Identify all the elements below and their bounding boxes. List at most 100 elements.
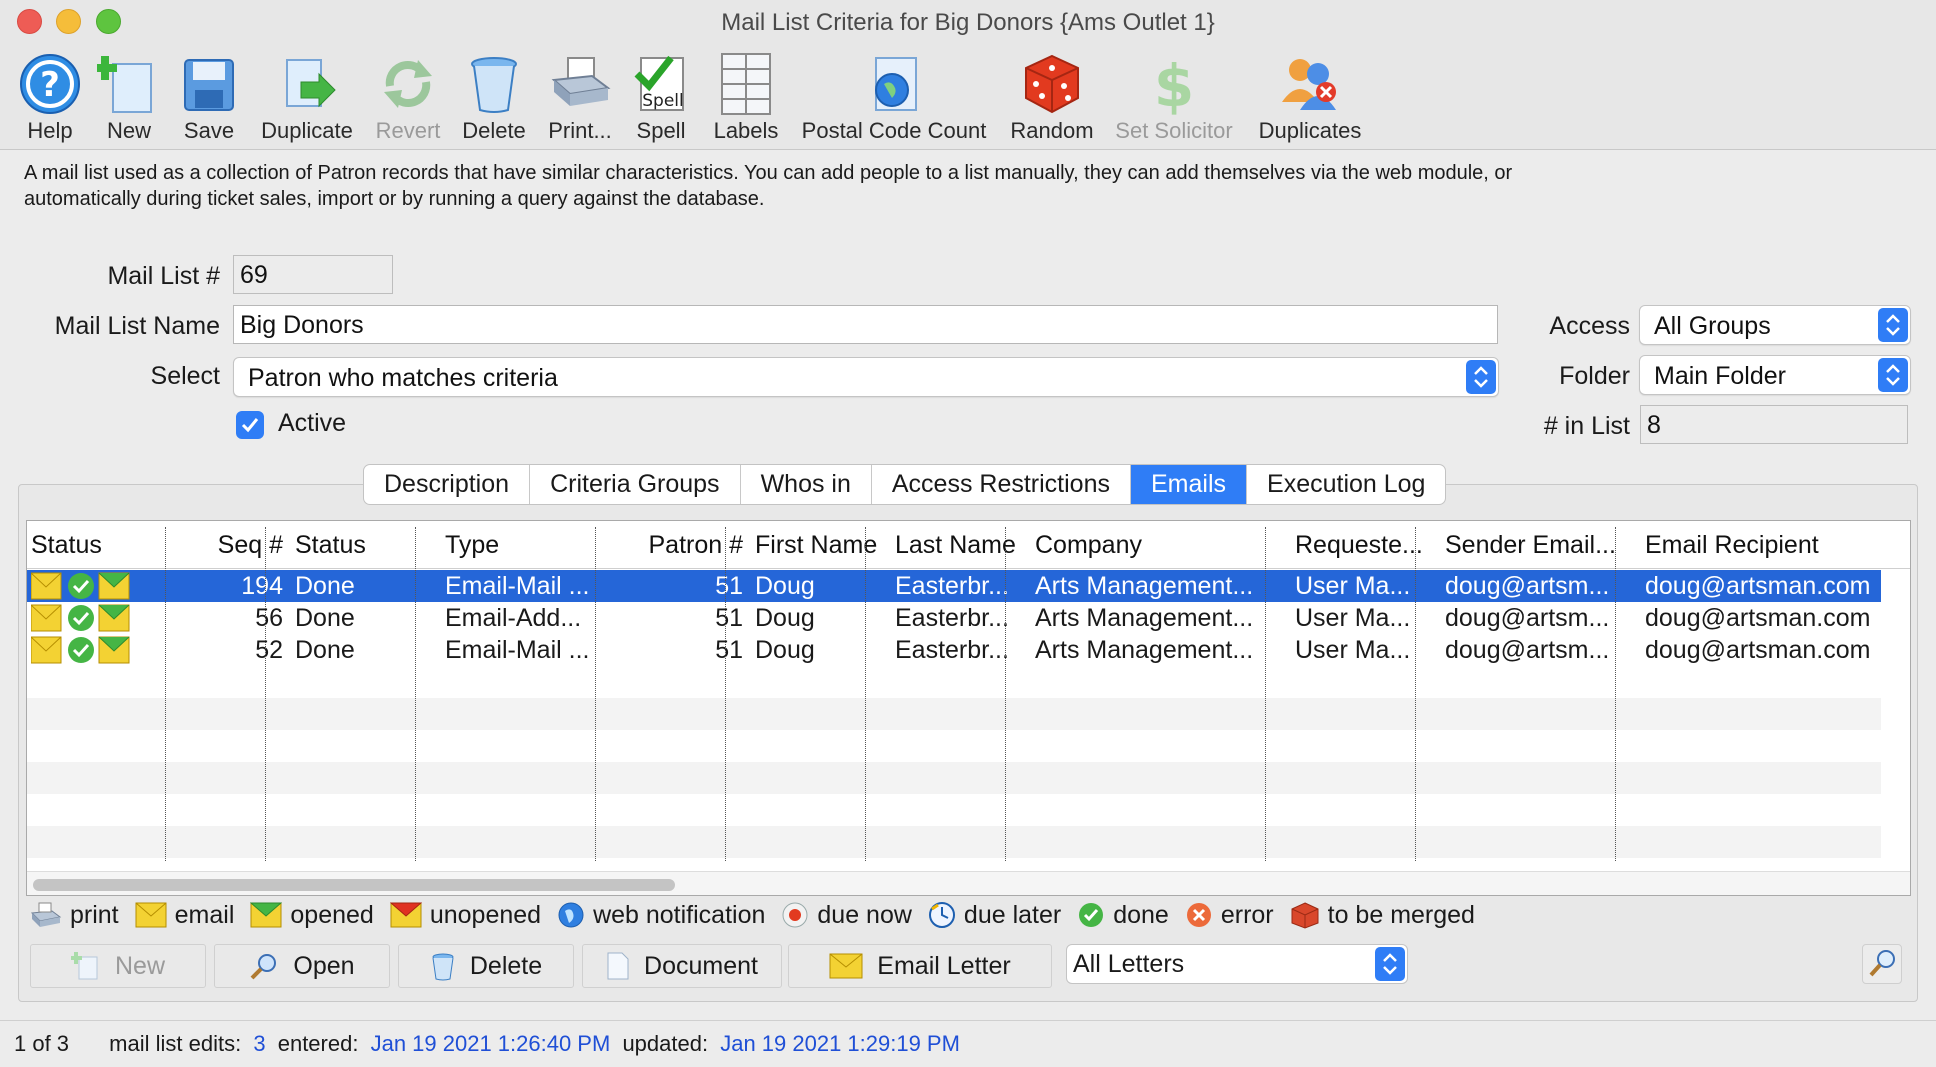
save-button[interactable]: Save: [172, 46, 246, 150]
spell-button[interactable]: Spell Spell: [626, 46, 696, 150]
cell-requested: User Ma...: [1295, 636, 1411, 664]
column-divider: [1615, 527, 1616, 861]
select-criteria-dropdown[interactable]: Patron who matches criteria: [233, 357, 1499, 397]
column-divider: [865, 527, 866, 861]
duplicate-label: Duplicate: [261, 118, 353, 143]
duplicate-button[interactable]: Duplicate: [254, 46, 360, 150]
col-company[interactable]: Company: [1031, 521, 1291, 569]
revert-label: Revert: [375, 118, 441, 143]
cell-first-name: Doug: [755, 572, 815, 600]
table-row[interactable]: 56 Done Email-Add... 51 Doug Easterbr...…: [27, 602, 1881, 634]
tab-bar: Description Criteria Groups Whos in Acce…: [363, 464, 1447, 505]
new-document-icon: [97, 56, 152, 113]
tab-access-restrictions[interactable]: Access Restrictions: [872, 465, 1131, 504]
random-button[interactable]: Random: [1002, 46, 1102, 150]
email-opened-done-icon: [31, 636, 130, 664]
emails-table: Status Seq # Status Type Patron # First …: [26, 520, 1911, 896]
cell-status: Done: [295, 572, 355, 600]
letters-dropdown[interactable]: All Letters: [1066, 944, 1408, 984]
horizontal-scrollbar[interactable]: [27, 871, 1910, 895]
col-sender-email[interactable]: Sender Email...: [1441, 521, 1641, 569]
column-divider: [1415, 527, 1416, 861]
cell-type: Email-Add...: [445, 604, 582, 632]
col-type[interactable]: Type: [441, 521, 621, 569]
title-bar: Mail List Criteria for Big Donors {Ams O…: [0, 0, 1936, 46]
cell-sender-email: doug@artsm...: [1445, 636, 1610, 664]
dice-icon: [1025, 54, 1079, 114]
column-divider: [165, 527, 166, 861]
letters-chevron-icon: [1375, 947, 1405, 981]
cell-requested: User Ma...: [1295, 604, 1411, 632]
tab-execution-log[interactable]: Execution Log: [1247, 465, 1445, 504]
cell-seq: 52: [255, 636, 283, 664]
col-patron[interactable]: Patron #: [621, 521, 747, 569]
access-dropdown[interactable]: All Groups: [1639, 305, 1911, 345]
mail-list-name-field[interactable]: Big Donors: [233, 305, 1498, 344]
email-letter-button[interactable]: Email Letter: [788, 944, 1052, 988]
description-line-2: automatically during ticket sales, impor…: [24, 188, 765, 210]
magnifier-icon: [250, 954, 277, 980]
tab-criteria-groups[interactable]: Criteria Groups: [530, 465, 741, 504]
legend-email-label: email: [174, 900, 235, 929]
col-email-recipient[interactable]: Email Recipient: [1641, 521, 1881, 569]
document-label: Document: [644, 951, 758, 980]
delete-button[interactable]: Delete: [454, 46, 534, 150]
print-button[interactable]: Print...: [540, 46, 620, 150]
column-divider: [725, 527, 726, 861]
legend-unopened: unopened: [389, 901, 541, 930]
column-divider: [415, 527, 416, 861]
app-window: Mail List Criteria for Big Donors {Ams O…: [0, 0, 1936, 1066]
labels-button[interactable]: Labels: [704, 46, 788, 150]
tab-description[interactable]: Description: [364, 465, 531, 504]
entered-timestamp: Jan 19 2021 1:26:40 PM: [370, 1031, 611, 1056]
search-button[interactable]: [1862, 944, 1902, 984]
col-seq[interactable]: Seq #: [165, 521, 287, 569]
legend-web-notification: web notification: [557, 901, 765, 930]
cell-type: Email-Mail ...: [445, 636, 590, 664]
col-first-name[interactable]: First Name: [751, 521, 891, 569]
email-opened-done-icon: [31, 604, 130, 632]
open-button[interactable]: Open: [214, 944, 390, 988]
folder-value: Main Folder: [1654, 362, 1786, 390]
postal-code-count-button[interactable]: Postal Code Count: [794, 46, 994, 150]
tab-emails[interactable]: Emails: [1131, 465, 1248, 504]
postal-code-count-label: Postal Code Count: [801, 118, 987, 143]
printer-icon: [30, 902, 62, 927]
access-label: Access: [1549, 312, 1630, 340]
help-button[interactable]: ? Help: [12, 46, 88, 150]
cell-status: Done: [295, 636, 355, 664]
folder-dropdown[interactable]: Main Folder: [1639, 355, 1911, 395]
document-icon: [607, 952, 629, 980]
horizontal-scrollbar-thumb[interactable]: [33, 879, 675, 891]
description-line-1: A mail list used as a collection of Patr…: [24, 162, 1513, 184]
col-status-icons[interactable]: Status: [27, 521, 165, 569]
col-status[interactable]: Status: [291, 521, 441, 569]
select-criteria-chevron-icon: [1466, 360, 1496, 394]
document-button[interactable]: Document: [582, 944, 782, 988]
duplicates-button[interactable]: Duplicates: [1252, 46, 1368, 150]
column-divider: [265, 527, 266, 861]
table-row[interactable]: 194 Done Email-Mail ... 51 Doug Easterbr…: [27, 570, 1881, 602]
spell-label: Spell: [636, 118, 686, 143]
legend-opened: opened: [250, 901, 374, 930]
table-row[interactable]: 52 Done Email-Mail ... 51 Doug Easterbr.…: [27, 634, 1881, 666]
table-header: Status Seq # Status Type Patron # First …: [27, 521, 1910, 569]
set-solicitor-button[interactable]: $ Set Solicitor: [1106, 46, 1242, 150]
new-button[interactable]: New: [94, 46, 164, 150]
mail-list-description: A mail list used as a collection of Patr…: [24, 160, 1914, 212]
duplicates-label: Duplicates: [1258, 118, 1362, 143]
col-last-name[interactable]: Last Name: [891, 521, 1031, 569]
active-checkbox[interactable]: [236, 411, 264, 439]
delete-email-button[interactable]: Delete: [398, 944, 574, 988]
due-now-icon: [782, 902, 808, 928]
folder-label: Folder: [1559, 362, 1630, 390]
duplicate-people-icon: [1282, 59, 1336, 110]
tab-whos-in[interactable]: Whos in: [741, 465, 872, 504]
delete-label: Delete: [462, 118, 526, 143]
revert-button[interactable]: Revert: [368, 46, 448, 150]
status-bar: 1 of 3 mail list edits: 3 entered: Jan 1…: [0, 1020, 1936, 1066]
column-divider: [1005, 527, 1006, 861]
cell-email-recipient: doug@artsman.com: [1645, 604, 1871, 632]
col-requested[interactable]: Requeste...: [1291, 521, 1441, 569]
new-email-button[interactable]: New: [30, 944, 206, 988]
